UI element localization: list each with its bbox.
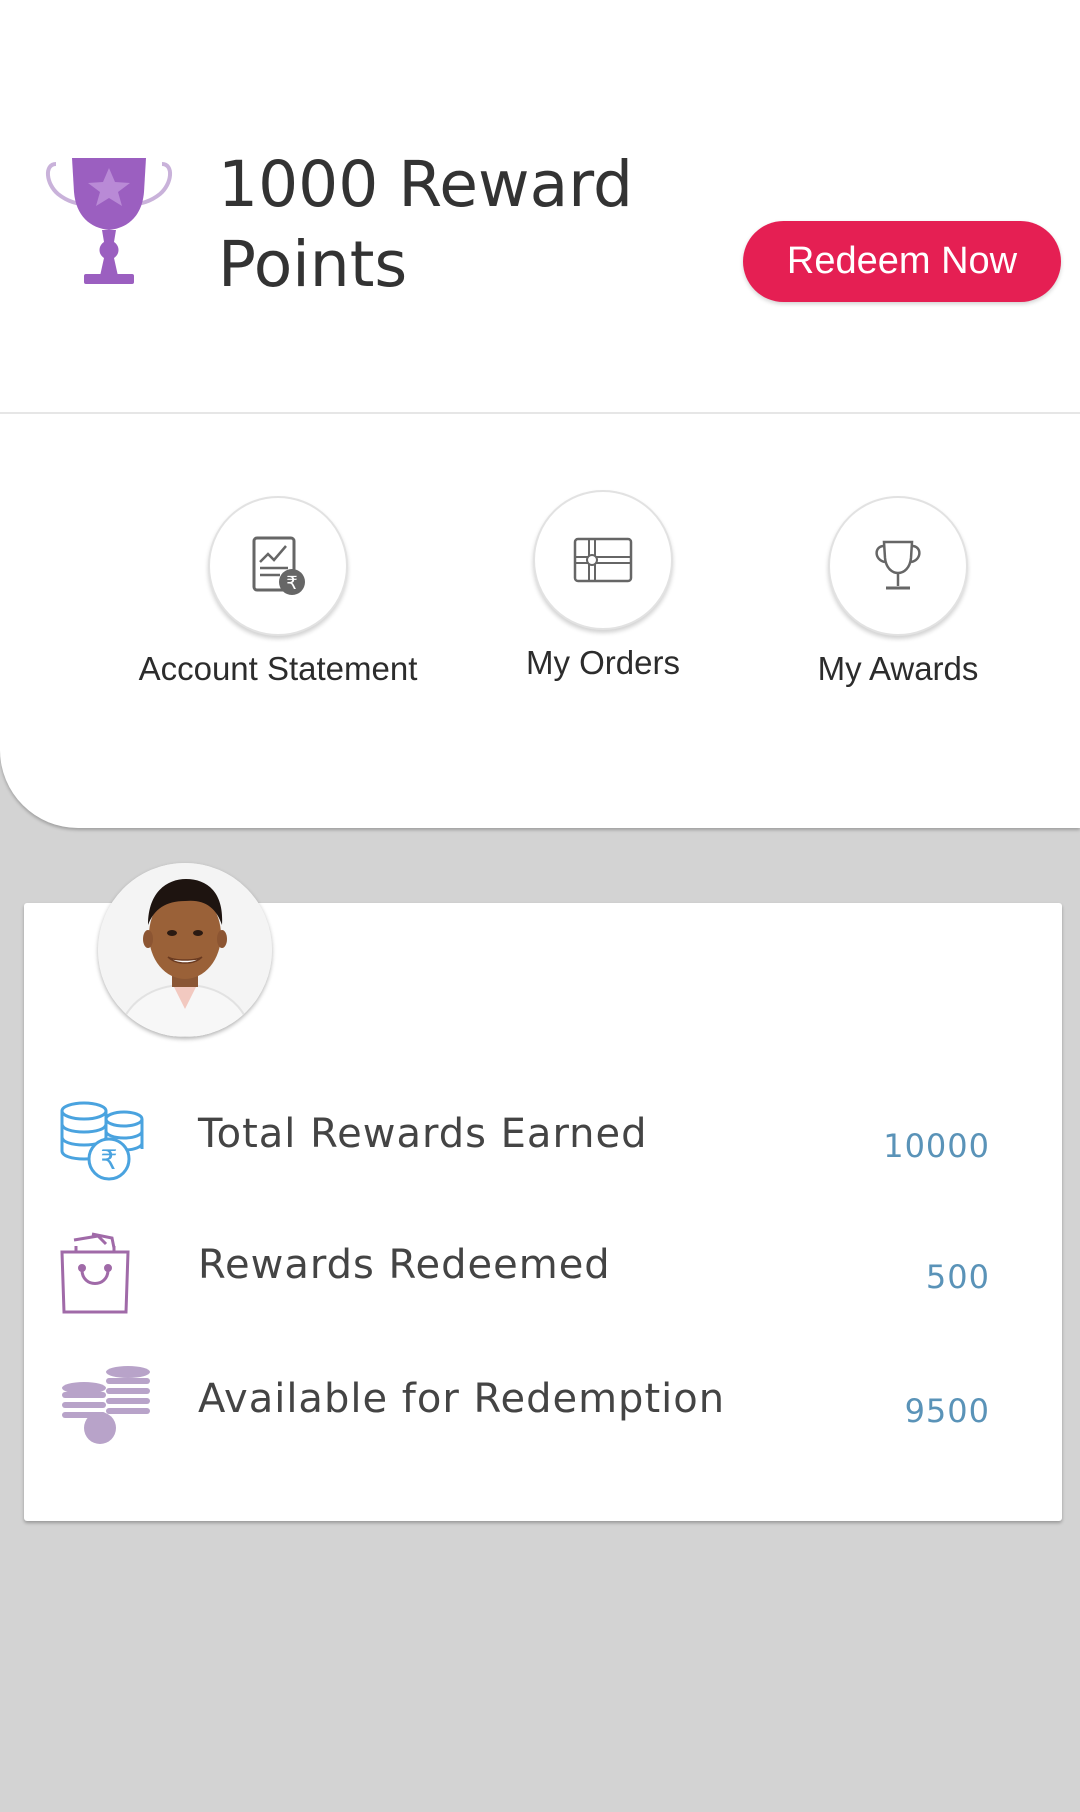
reward-points-title: 1000 Reward Points <box>218 148 633 301</box>
rewards-summary-panel: 1000 Reward Points Redeem Now ₹ Account … <box>0 0 1080 828</box>
coins-stack-icon <box>62 1366 150 1444</box>
stat-row-available-for-redemption: Available for Redemption 9500 <box>24 1364 1062 1464</box>
quick-link-account-statement[interactable]: ₹ Account Statement <box>113 496 443 688</box>
stat-label: Rewards Redeemed <box>198 1242 611 1288</box>
stat-value: 500 <box>925 1258 990 1296</box>
redeem-now-button[interactable]: Redeem Now <box>743 221 1061 302</box>
quick-link-label: My Awards <box>817 650 979 687</box>
shopping-bag-icon <box>60 1232 130 1314</box>
account-statement-icon: ₹ <box>252 536 305 595</box>
points-header: 1000 Reward Points Redeem Now <box>0 0 1080 414</box>
my-orders-circle[interactable] <box>533 490 673 630</box>
gift-card-icon <box>573 537 633 583</box>
svg-text:₹: ₹ <box>286 573 297 594</box>
trophy-icon <box>875 540 921 590</box>
quick-link-my-awards[interactable]: My Awards <box>733 496 1063 688</box>
account-statement-circle[interactable]: ₹ <box>208 496 348 636</box>
stat-value: 10000 <box>883 1127 990 1165</box>
rupee-coins-stack-icon: ₹ <box>60 1101 144 1181</box>
avatar[interactable] <box>98 863 272 1037</box>
reward-trophy-icon <box>46 158 172 284</box>
stat-row-rewards-redeemed: Rewards Redeemed 500 <box>24 1230 1062 1330</box>
stat-label: Available for Redemption <box>198 1376 726 1422</box>
svg-text:₹: ₹ <box>100 1145 117 1176</box>
quick-link-label: My Orders <box>525 644 680 681</box>
quick-link-my-orders[interactable]: My Orders <box>438 490 768 682</box>
quick-link-label: Account Statement <box>138 650 418 687</box>
stat-label: Total Rewards Earned <box>198 1111 648 1157</box>
stat-row-total-rewards-earned: ₹ Total Rewards Earned 10000 <box>24 1099 1062 1199</box>
my-awards-circle[interactable] <box>828 496 968 636</box>
stat-value: 9500 <box>904 1392 990 1430</box>
profile-photo <box>98 863 272 1037</box>
